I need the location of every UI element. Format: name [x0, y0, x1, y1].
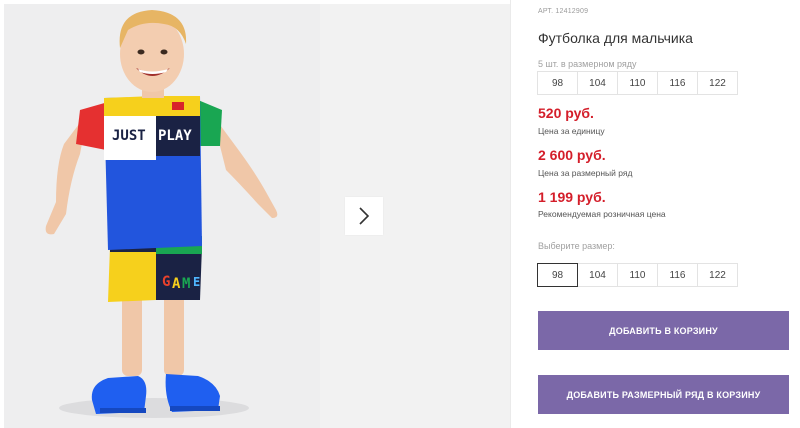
retail-price-label: Рекомендуемая розничная цена [538, 209, 666, 219]
svg-text:G: G [162, 274, 170, 290]
product-details: АРТ. 12412909 Футболка для мальчика 5 шт… [510, 0, 800, 428]
pack-size-cell: 104 [577, 71, 618, 95]
pack-sizes: 98 104 110 116 122 [537, 71, 738, 95]
product-photo[interactable]: G A M E JUST PLAY [4, 4, 320, 428]
choose-size-label: Выберите размер: [538, 241, 615, 251]
retail-price: 1 199 руб. [538, 189, 606, 205]
svg-text:JUST: JUST [112, 128, 146, 144]
add-to-cart-button[interactable]: ДОБАВИТЬ В КОРЗИНУ [538, 311, 789, 350]
pack-note: 5 шт. в размерном ряду [538, 59, 637, 69]
svg-text:M: M [182, 276, 190, 292]
chevron-right-icon [359, 207, 370, 225]
size-option-116[interactable]: 116 [657, 263, 698, 287]
pack-price-label: Цена за размерный ряд [538, 168, 633, 178]
size-option-122[interactable]: 122 [697, 263, 738, 287]
add-pack-to-cart-button[interactable]: ДОБАВИТЬ РАЗМЕРНЫЙ РЯД В КОРЗИНУ [538, 375, 789, 414]
unit-price: 520 руб. [538, 105, 594, 121]
unit-price-label: Цена за единицу [538, 126, 605, 136]
size-option-110[interactable]: 110 [617, 263, 658, 287]
product-gallery: G A M E JUST PLAY [0, 0, 510, 428]
pack-size-cell: 122 [697, 71, 738, 95]
gallery-next-button[interactable] [345, 197, 383, 235]
svg-text:A: A [172, 276, 181, 292]
pack-size-cell: 110 [617, 71, 658, 95]
boy-illustration: G A M E JUST PLAY [4, 4, 320, 428]
article-number: АРТ. 12412909 [538, 8, 589, 15]
product-title: Футболка для мальчика [538, 30, 693, 46]
pack-price: 2 600 руб. [538, 147, 606, 163]
size-selector: 98 104 110 116 122 [537, 263, 738, 287]
size-option-98[interactable]: 98 [537, 263, 578, 287]
svg-text:PLAY: PLAY [158, 128, 192, 144]
svg-text:E: E [193, 275, 200, 289]
pack-size-cell: 116 [657, 71, 698, 95]
size-option-104[interactable]: 104 [577, 263, 618, 287]
pack-size-cell: 98 [537, 71, 578, 95]
